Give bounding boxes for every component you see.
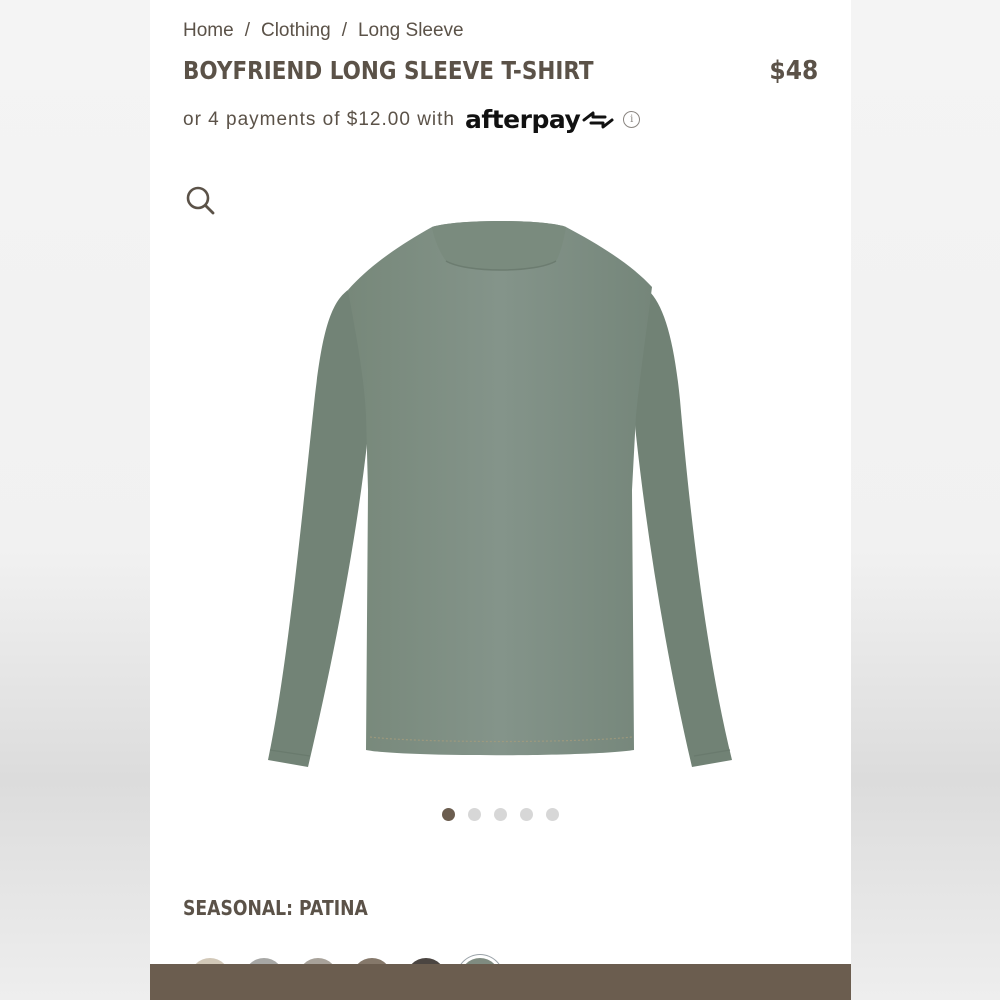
long-sleeve-shirt-image [268, 221, 732, 767]
color-label: SEASONAL: PATINA [183, 896, 368, 920]
breadcrumb-clothing[interactable]: Clothing [261, 20, 331, 41]
installment-text: or 4 payments of $12.00 with [183, 108, 455, 130]
afterpay-logo: afterpay [465, 105, 615, 134]
breadcrumb-separator: / [244, 20, 250, 41]
afterpay-arrows-icon [582, 111, 614, 128]
product-title: BOYFRIEND LONG SLEEVE T-SHIRT [183, 56, 594, 85]
breadcrumb-home[interactable]: Home [183, 20, 234, 41]
info-icon[interactable]: i [623, 111, 641, 128]
product-page: Home / Clothing / Long Sleeve BOYFRIEND LONG… [150, 0, 851, 1000]
pagination-dot-1[interactable] [442, 808, 455, 821]
search-icon [186, 186, 215, 215]
zoom-button[interactable] [183, 183, 217, 217]
pagination-dot-2[interactable] [468, 808, 481, 821]
breadcrumb: Home / Clothing / Long Sleeve [183, 20, 464, 42]
afterpay-wordmark: afterpay [464, 105, 581, 134]
background-right [851, 0, 1000, 1000]
product-image[interactable] [260, 215, 740, 785]
pagination-dot-5[interactable] [546, 808, 559, 821]
installment-info: or 4 payments of $12.00 with afterpay i [183, 105, 641, 134]
pagination-dot-4[interactable] [520, 808, 533, 821]
pagination-dot-3[interactable] [494, 808, 507, 821]
background-left [0, 0, 150, 1000]
product-price: $48 [769, 56, 818, 86]
breadcrumb-long-sleeve[interactable]: Long Sleeve [358, 20, 464, 41]
breadcrumb-separator: / [341, 20, 347, 41]
sticky-add-to-bag-bar[interactable] [150, 964, 851, 1000]
image-pagination [150, 808, 851, 821]
